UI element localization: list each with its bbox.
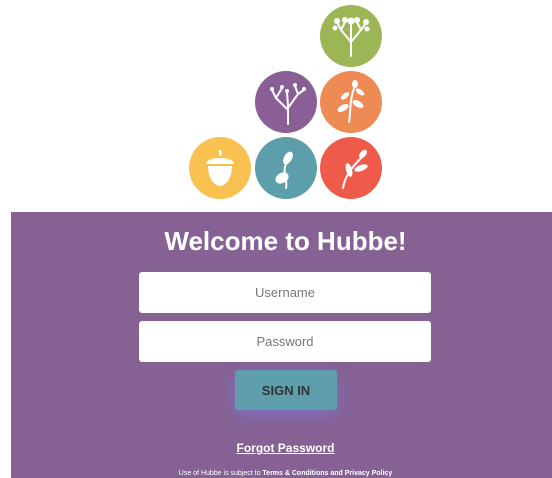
terms-prefix: Use of Hubbe is subject to [178,470,263,477]
password-input[interactable] [139,321,431,362]
acorn-icon [189,137,251,199]
username-input[interactable] [139,272,431,313]
leafy-branch-icon [320,71,382,133]
terms-text: Use of Hubbe is subject to Terms & Condi… [11,470,552,477]
forgot-password-link[interactable]: Forgot Password [11,441,552,455]
seedling-icon [320,137,382,199]
sign-in-button[interactable]: SIGN IN [235,370,337,410]
sprout-icon [255,137,317,199]
login-panel: Welcome to Hubbe! SIGN IN Forgot Passwor… [11,212,552,478]
logo [0,0,552,212]
branch-icon [255,71,317,133]
tree-icon [320,5,382,67]
page-title: Welcome to Hubbe! [164,226,407,256]
terms-link[interactable]: Terms & Conditions and Privacy Policy [262,470,392,477]
